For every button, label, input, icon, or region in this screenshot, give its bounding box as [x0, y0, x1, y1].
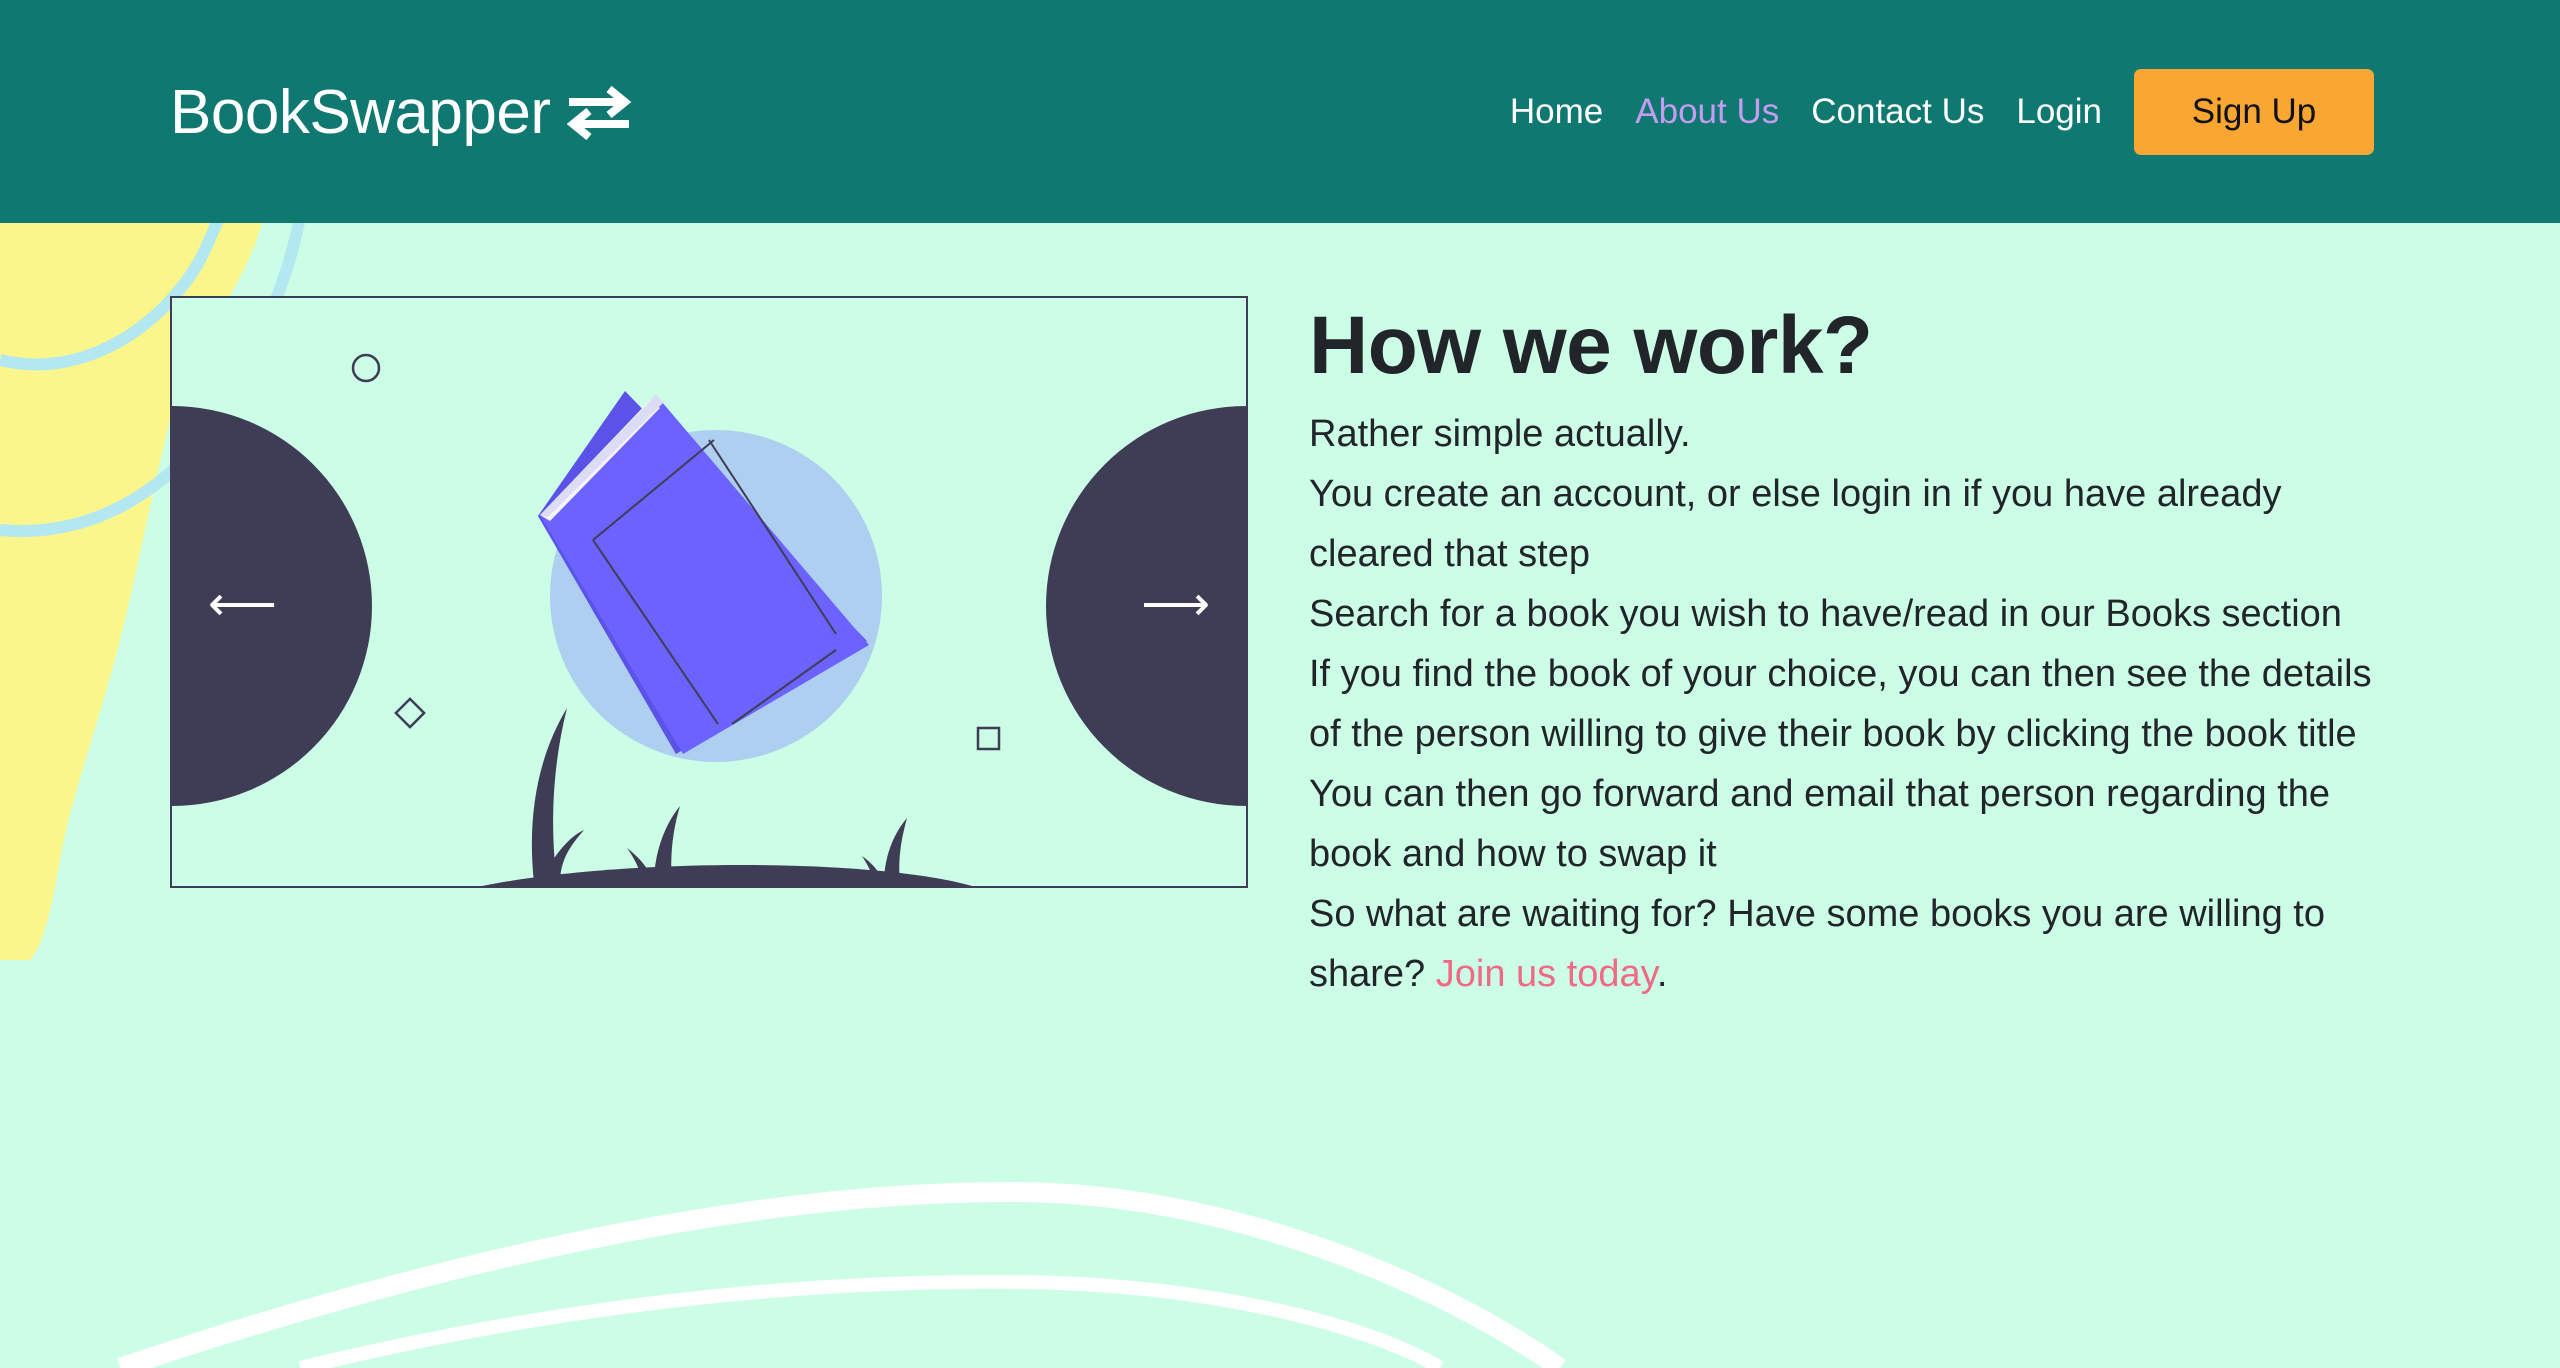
nav-login[interactable]: Login: [2016, 92, 2102, 132]
cta-line: So what are waiting for? Have some books…: [1309, 884, 2399, 1004]
nav-contact-us[interactable]: Contact Us: [1811, 92, 1984, 132]
cta-end: .: [1656, 953, 1668, 995]
step-line: Search for a book you wish to have/read …: [1309, 593, 2342, 635]
section-heading: How we work?: [1309, 300, 1873, 391]
arrow-left-icon: ⟵: [208, 578, 277, 631]
carousel-next-button[interactable]: ⟶: [1046, 406, 1246, 806]
how-we-work-section: How we work? Rather simple actually. You…: [1309, 296, 2399, 1004]
step-line: If you find the book of your choice, you…: [1309, 653, 2372, 755]
brand-logo[interactable]: BookSwapper: [170, 72, 633, 152]
steps-text: Rather simple actually. You create an ac…: [1309, 404, 2399, 1004]
brand-name: BookSwapper: [170, 77, 551, 147]
nav-home[interactable]: Home: [1510, 92, 1603, 132]
main-nav: Home About Us Contact Us Login Sign Up: [1510, 0, 2560, 223]
step-line: You create an account, or else login in …: [1309, 473, 2282, 575]
step-line: Rather simple actually.: [1309, 413, 1691, 455]
step-line: You can then go forward and email that p…: [1309, 773, 2331, 875]
join-us-link[interactable]: Join us today: [1436, 953, 1657, 995]
carousel-prev-button[interactable]: ⟵: [172, 406, 372, 806]
arrow-right-icon: ⟶: [1141, 578, 1210, 631]
nav-about-us[interactable]: About Us: [1635, 92, 1779, 132]
signup-button[interactable]: Sign Up: [2134, 68, 2374, 155]
swap-arrows-icon: [566, 85, 631, 140]
image-carousel: ⟵ ⟶: [170, 296, 1248, 888]
site-header: BookSwapper Home About Us Contact Us Log…: [0, 0, 2560, 223]
